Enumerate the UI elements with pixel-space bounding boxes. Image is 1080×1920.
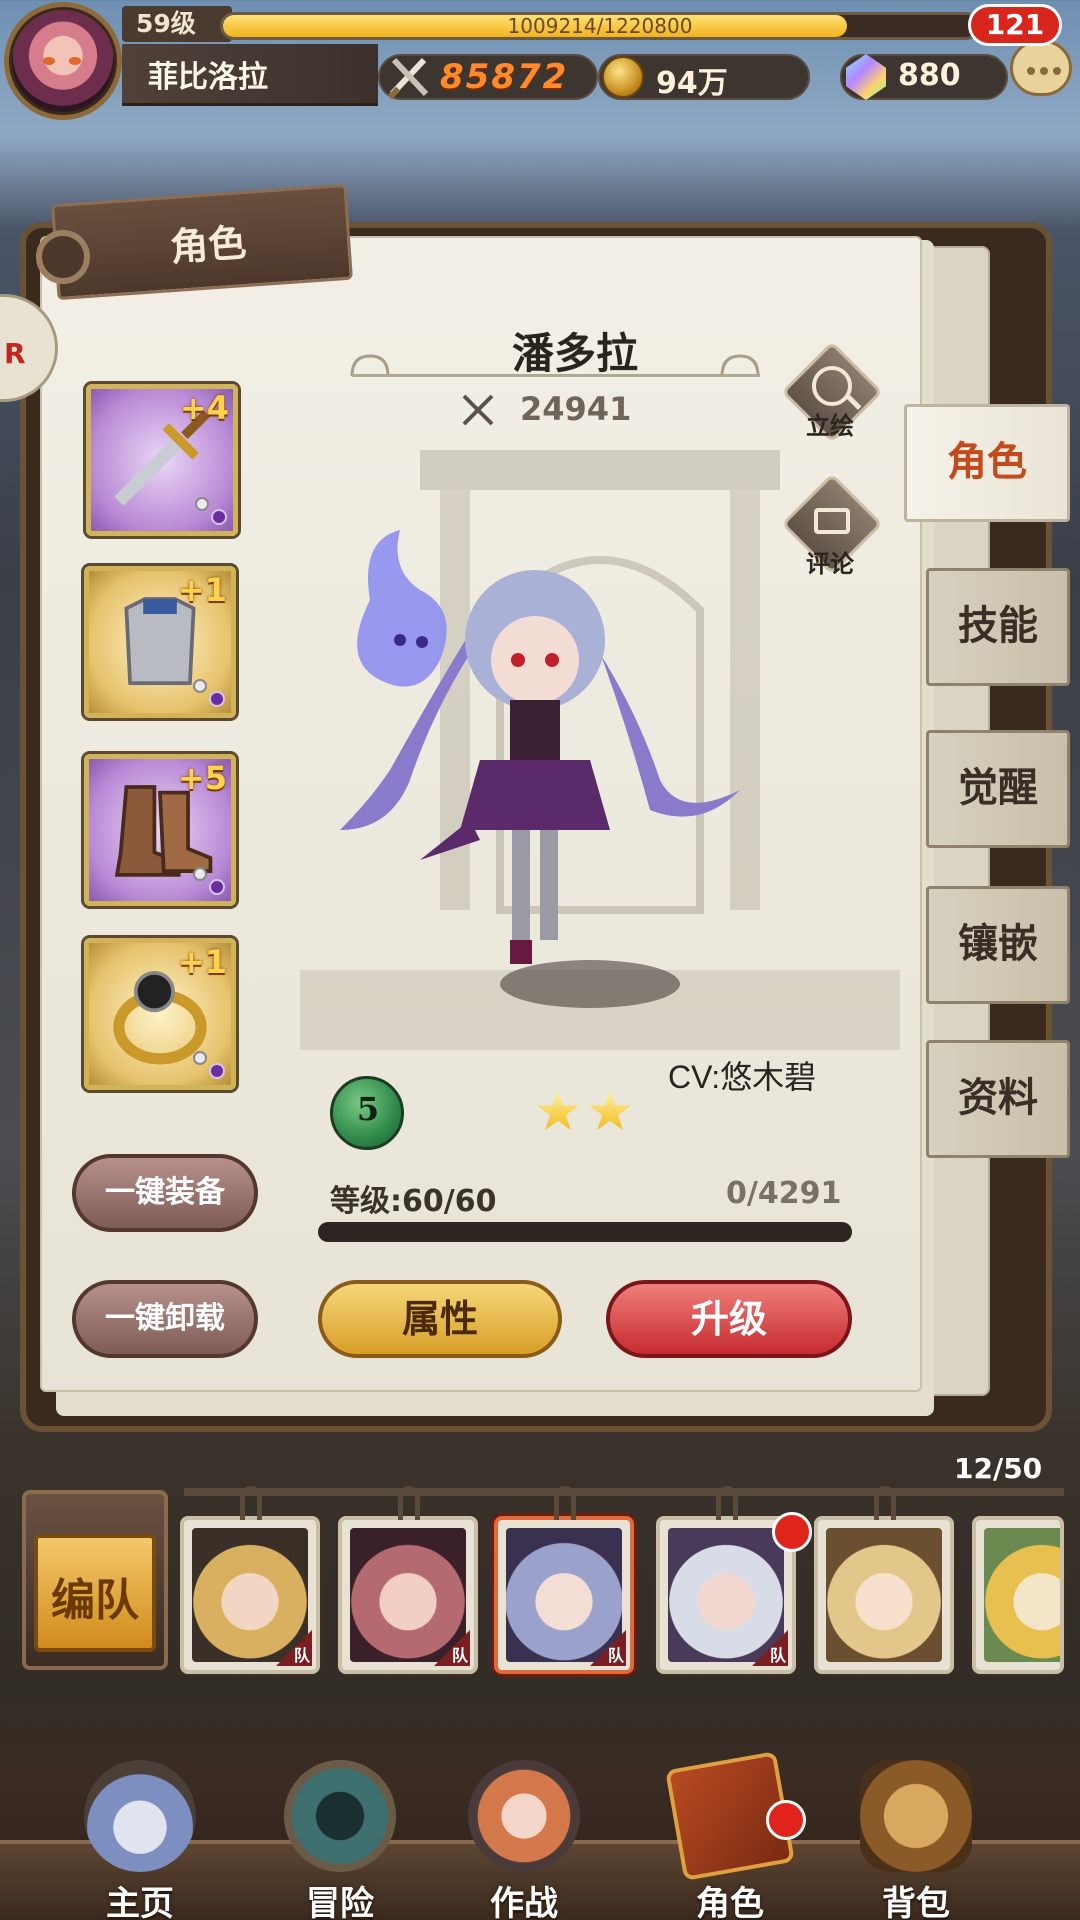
equip-slot-ring[interactable]: +1 (84, 938, 236, 1090)
hero-portrait (984, 1528, 1060, 1662)
castle-icon (84, 1760, 196, 1872)
power-value: 85872 (440, 57, 569, 97)
socket-icon (195, 497, 209, 511)
new-alert-dot (772, 1512, 812, 1552)
nav-bag-label: 背包 (882, 1884, 950, 1920)
nav-home-label: 主页 (106, 1884, 174, 1920)
hero-exp-bar (318, 1222, 852, 1242)
attributes-button[interactable]: 属性 (318, 1280, 562, 1358)
tab-awaken[interactable]: 觉醒 (926, 730, 1070, 848)
enhance-level: +4 (179, 389, 229, 427)
magnifier-icon (812, 366, 852, 406)
roster-hero-card[interactable]: 队 (180, 1486, 320, 1674)
crossed-swords-icon (462, 394, 494, 426)
tab-inlay[interactable]: 镶嵌 (926, 886, 1070, 1004)
nav-role-label: 角色 (696, 1884, 764, 1920)
hero-exp: 0/4291 (726, 1176, 842, 1211)
nav-battle[interactable]: 作战 (444, 1760, 604, 1920)
hero-portrait (506, 1528, 622, 1662)
backpack-icon (860, 1760, 972, 1872)
nav-home[interactable]: 主页 (60, 1760, 220, 1920)
socket-icon (209, 1063, 225, 1079)
roster-hero-card[interactable] (972, 1516, 1064, 1674)
gold-value: 94万 (656, 66, 728, 101)
hero-portrait (668, 1528, 784, 1662)
hero-portrait (350, 1528, 466, 1662)
player-avatar[interactable] (4, 2, 122, 120)
equip-slot-weapon[interactable]: +4 (86, 384, 238, 536)
nav-adventure[interactable]: 冒险 (260, 1760, 420, 1920)
hero-name: 潘多拉 (511, 329, 638, 378)
tab-info[interactable]: 资料 (926, 1040, 1070, 1158)
chat-bubble-icon[interactable] (1010, 40, 1072, 96)
hero-rank: 5 (356, 1090, 380, 1128)
roster-count: 12/50 (954, 1452, 1043, 1485)
hook-icon (398, 1486, 420, 1520)
tab-skills[interactable]: 技能 (926, 568, 1070, 686)
voice-actor-label: CV:悠木碧 (668, 1059, 817, 1095)
enhance-level: +5 (177, 759, 227, 797)
enhance-level: +1 (177, 943, 227, 981)
player-name: 菲比洛拉 (148, 60, 268, 95)
nav-bag[interactable]: 背包 (836, 1760, 996, 1920)
team-button-label: 编队 (51, 1575, 139, 1626)
tab-role[interactable]: 角色 (904, 404, 1070, 522)
hero-power: 24941 (520, 390, 632, 428)
roster-rail (184, 1488, 1064, 1496)
hero-level: 等级:60/60 (330, 1184, 497, 1219)
socket-icon (209, 879, 225, 895)
coin-icon (602, 56, 644, 98)
nav-battle-label: 作战 (490, 1884, 558, 1920)
roster-hero-card[interactable]: 队 (338, 1486, 478, 1674)
nav-role[interactable]: 角色 (650, 1751, 810, 1920)
player-exp-text: 1009214/1220800 (507, 14, 693, 38)
socket-icon (193, 679, 207, 693)
equip-slot-armor[interactable]: +1 (84, 566, 236, 718)
hero-sprite[interactable] (330, 530, 750, 1000)
socket-icon (209, 691, 225, 707)
comment-label: 评论 (806, 550, 854, 578)
nav-adventure-label: 冒险 (306, 1884, 374, 1920)
crossed-swords-icon (387, 57, 429, 100)
hook-icon (716, 1486, 738, 1520)
player-level: 59级 (122, 6, 232, 42)
portrait-label: 立绘 (806, 412, 854, 440)
socket-icon (211, 509, 227, 525)
ribbon-ring-icon (36, 230, 90, 284)
roster-hero-card[interactable] (814, 1486, 954, 1674)
chat-unread-badge: 121 (968, 4, 1062, 46)
portal-icon (284, 1760, 396, 1872)
equip-slot-boots[interactable]: +5 (84, 754, 236, 906)
hook-icon (240, 1486, 262, 1520)
roster-hero-card-selected[interactable]: 队 (494, 1486, 634, 1674)
socket-icon (193, 1051, 207, 1065)
hook-icon (1032, 1516, 1054, 1520)
hook-icon (554, 1486, 576, 1520)
hero-portrait (826, 1528, 942, 1662)
panel-title: 角色 (168, 220, 248, 270)
hook-icon (874, 1486, 896, 1520)
equip-all-button[interactable]: 一键装备 (72, 1154, 258, 1232)
upgrade-button[interactable]: 升级 (606, 1280, 852, 1358)
unequip-all-button[interactable]: 一键卸载 (72, 1280, 258, 1358)
speech-bubble-icon (814, 508, 850, 534)
gem-value: 880 (898, 58, 961, 93)
socket-icon (193, 867, 207, 881)
player-exp-bar: 1009214/1220800 (220, 12, 980, 40)
battle-girl-icon (468, 1760, 580, 1872)
new-alert-dot (766, 1800, 806, 1840)
enhance-level: +1 (177, 571, 227, 609)
hero-portrait (192, 1528, 308, 1662)
